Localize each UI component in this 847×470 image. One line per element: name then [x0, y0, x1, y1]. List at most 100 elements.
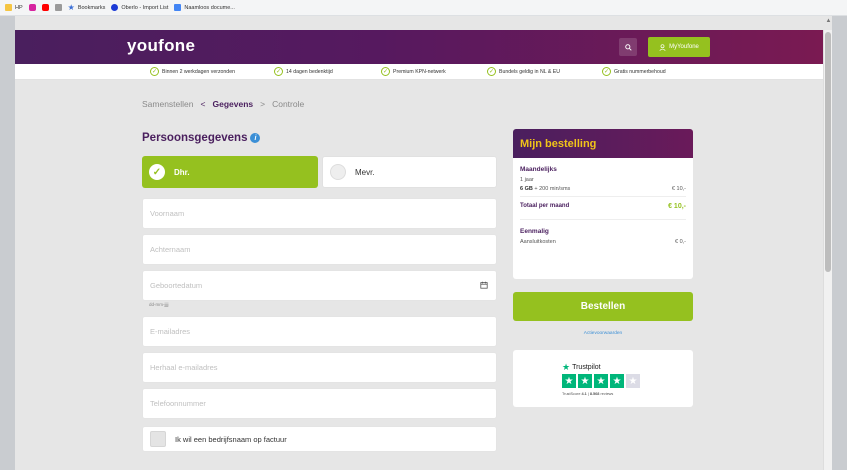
company-checkbox[interactable]: [150, 431, 166, 447]
gender-dhr-option[interactable]: ✓ Dhr.: [142, 156, 318, 188]
geboortedatum-field[interactable]: Geboortedatum: [142, 270, 497, 301]
bookmark-grid[interactable]: [54, 4, 62, 11]
oneoff-section-title: Eenmalig: [520, 228, 549, 235]
check-icon: ✓: [150, 67, 159, 76]
bookmark-oberlo[interactable]: Oberlo - Import List: [111, 4, 168, 11]
instagram-icon: [28, 4, 36, 11]
review-count: 8.568: [589, 392, 600, 396]
myyoufone-label: MyYoufone: [669, 44, 699, 50]
usp-bar: ✓ Binnen 2 werkdagen verzonden ✓ 14 dagen …: [15, 64, 823, 80]
usp-item: ✓ Gratis nummerbehoud: [602, 67, 666, 76]
bookmark-hp[interactable]: HP: [5, 4, 23, 11]
phone-field[interactable]: Telefoonnummer: [142, 388, 497, 419]
check-icon: ✓: [487, 67, 496, 76]
field-placeholder: E-mailadres: [150, 327, 191, 336]
bookmark-docs[interactable]: Naamloos docume...: [174, 4, 235, 11]
bookmark-instagram[interactable]: [28, 4, 36, 11]
usp-item: ✓ 14 dagen bedenktijd: [274, 67, 333, 76]
chevron-left-icon: <: [200, 99, 206, 109]
grid-icon: [54, 4, 62, 11]
scrollbar[interactable]: ▲: [823, 18, 832, 470]
trustpilot-logo: ★ Trustpilot: [562, 362, 601, 373]
total-row: Totaal per maand € 10,-: [520, 196, 686, 220]
actievoorwaarden-link[interactable]: Actievoorwaarden: [513, 331, 693, 336]
trustpilot-brand: Trustpilot: [572, 364, 601, 371]
crumb-gegevens: Gegevens: [212, 99, 254, 109]
voornaam-field[interactable]: Voornaam: [142, 198, 497, 229]
bundle-price: € 10,-: [671, 186, 686, 192]
usp-text: Bundels geldig in NL & EU: [499, 68, 560, 75]
usp-text: Gratis nummerbehoud: [614, 68, 666, 75]
field-placeholder: Herhaal e-mailadres: [150, 363, 218, 372]
info-icon[interactable]: i: [250, 133, 261, 143]
trustpilot-rating-stars: ★ ★ ★ ★ ★: [562, 374, 640, 388]
company-checkbox-row[interactable]: Ik wil een bedrijfsnaam op factuur: [142, 426, 497, 452]
field-placeholder: Geboortedatum: [150, 281, 203, 290]
review-suffix: reviews: [599, 392, 614, 396]
gender-dhr-label: Dhr.: [174, 167, 190, 177]
webpage: youfone MyYoufone ✓ Binnen 2 werkdagen ve…: [15, 16, 832, 470]
email-field[interactable]: E-mailadres: [142, 316, 497, 347]
star-icon: ★: [594, 374, 608, 388]
search-icon: [624, 43, 632, 51]
chevron-right-icon: >: [260, 99, 266, 109]
star-icon: ★: [610, 374, 624, 388]
search-button[interactable]: [619, 38, 637, 56]
total-label: Totaal per maand: [520, 203, 570, 209]
form-title-text: Persoonsgegevens: [142, 132, 248, 144]
gender-mevr-option[interactable]: Mevr.: [322, 156, 497, 188]
bestellen-button[interactable]: Bestellen: [513, 292, 693, 321]
star-icon: ★: [562, 374, 576, 388]
monthly-section-title: Maandelijks: [520, 166, 557, 173]
site-header: youfone MyYoufone: [15, 30, 823, 64]
scroll-up-icon[interactable]: ▲: [825, 18, 832, 28]
radio-icon: [330, 164, 346, 180]
bundle-text: 6 GB + 200 min/sms: [520, 186, 570, 192]
crumb-samenstellen[interactable]: Samenstellen: [142, 99, 194, 109]
user-icon: [659, 43, 666, 51]
connection-row: Aansluitkosten € 0,-: [520, 239, 686, 245]
docs-icon: [174, 4, 182, 11]
trustpilot-star-icon: ★: [562, 362, 571, 372]
order-title: Mijn bestelling: [513, 129, 693, 158]
star-icon: ★: [578, 374, 592, 388]
gender-mevr-label: Mevr.: [355, 167, 375, 177]
trustpilot-widget[interactable]: ★ Trustpilot ★ ★ ★ ★ ★ TrustScore 4.1 | …: [513, 350, 693, 407]
achternaam-field[interactable]: Achternaam: [142, 234, 497, 265]
bookmark-label: Naamloos docume...: [184, 4, 235, 11]
star-icon: ★: [67, 3, 75, 12]
bundle-rest: + 200 min/sms: [532, 186, 571, 192]
bundle-row: 6 GB + 200 min/sms € 10,-: [520, 186, 686, 192]
usp-text: Premium KPN-netwerk: [393, 68, 446, 75]
connection-label: Aansluitkosten: [520, 239, 556, 245]
youfone-logo[interactable]: youfone: [127, 36, 195, 56]
usp-item: ✓ Premium KPN-netwerk: [381, 67, 446, 76]
bundle-gb: 6 GB: [520, 186, 533, 192]
trustscore-prefix: TrustScore: [562, 392, 582, 396]
bookmark-bookmarks[interactable]: ★ Bookmarks: [68, 3, 106, 12]
company-checkbox-label: Ik wil een bedrijfsnaam op factuur: [175, 434, 287, 444]
scrollbar-thumb[interactable]: [825, 32, 831, 272]
email-repeat-field[interactable]: Herhaal e-mailadres: [142, 352, 497, 383]
check-icon: ✓: [381, 67, 390, 76]
trustscore-text: TrustScore 4.1 | 8.568 reviews: [562, 392, 613, 396]
check-icon: ✓: [602, 67, 611, 76]
usp-item: ✓ Binnen 2 werkdagen verzonden: [150, 67, 235, 76]
bookmarks-bar: HP ★ Bookmarks Oberlo - Import List Naaml…: [0, 0, 847, 16]
oberlo-icon: [111, 4, 119, 11]
star-icon: ★: [626, 374, 640, 388]
connection-price: € 0,-: [674, 239, 686, 245]
check-icon: ✓: [149, 164, 165, 180]
order-summary-card: Mijn bestelling Maandelijks 1 jaar 6 GB …: [513, 129, 693, 279]
myyoufone-button[interactable]: MyYoufone: [648, 37, 710, 57]
field-placeholder: Telefoonnummer: [150, 399, 206, 408]
calendar-icon[interactable]: [480, 281, 488, 289]
bookmark-youtube[interactable]: [41, 4, 49, 11]
field-placeholder: Achternaam: [150, 245, 191, 254]
check-icon: ✓: [274, 67, 283, 76]
usp-text: Binnen 2 werkdagen verzonden: [162, 68, 235, 75]
duration-row: 1 jaar: [520, 177, 686, 183]
breadcrumb: Samenstellen < Gegevens > Controle: [142, 99, 304, 109]
bookmark-label: HP: [15, 4, 23, 11]
field-placeholder: Voornaam: [150, 209, 185, 218]
